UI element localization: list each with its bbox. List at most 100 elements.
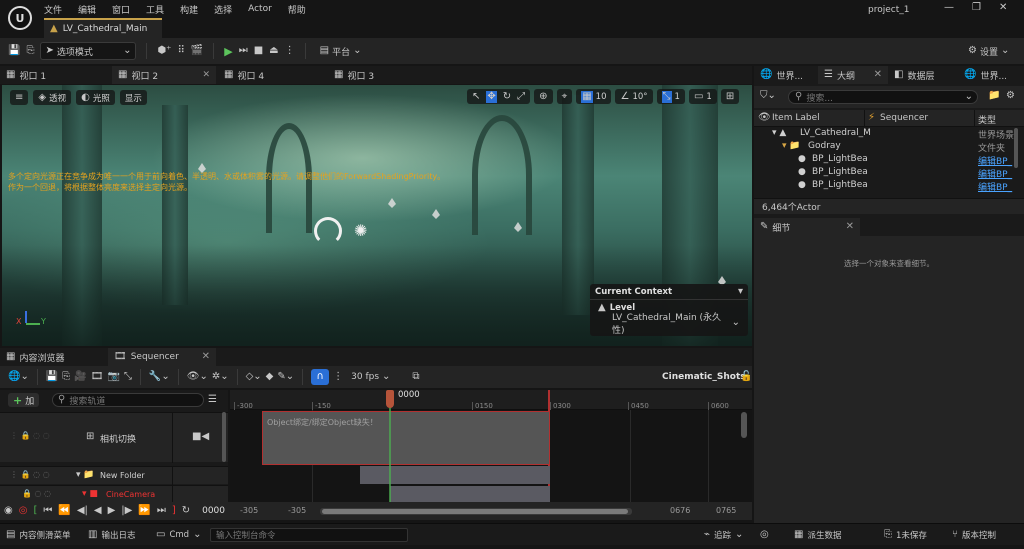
outliner-item-type-link[interactable]: 编辑BP_: [978, 154, 1012, 167]
unsaved-button[interactable]: ⎘ 1未保存: [884, 528, 927, 542]
context-level-dropdown[interactable]: LV_Cathedral_Main (永久性) ⌄: [590, 313, 748, 336]
cinematics-icon[interactable]: 🎬: [191, 46, 203, 56]
eye-icon[interactable]: 👁⌄: [187, 372, 208, 382]
lock-icon[interactable]: 🔓: [740, 372, 752, 382]
track-camera-cut[interactable]: ⋮ 🔒 ◌ ◌ ⊞ 相机切换 ■◀: [0, 412, 228, 463]
chevron-down-icon[interactable]: ▾: [738, 286, 743, 297]
folder-icon[interactable]: ▾ 📁: [76, 470, 95, 480]
range-scrollbar[interactable]: [320, 508, 632, 515]
go-end-icon[interactable]: ⏭: [157, 506, 166, 516]
set-end-icon[interactable]: ]: [172, 506, 176, 516]
play-icon[interactable]: ▶: [224, 46, 232, 57]
menu-actor[interactable]: Actor: [248, 4, 272, 14]
tab-viewport-3[interactable]: ▦ 视口 3: [328, 66, 436, 84]
scale-snap-button[interactable]: ⤡ 1: [656, 89, 685, 104]
layout-button[interactable]: ⊞: [720, 89, 740, 104]
viewport-menu-button[interactable]: ≡: [10, 90, 29, 105]
menu-select[interactable]: 选择: [214, 3, 232, 16]
show-button[interactable]: 显示: [119, 90, 147, 105]
loop-icon[interactable]: ↻: [182, 506, 190, 516]
menu-tools[interactable]: 工具: [146, 3, 164, 16]
more-icon[interactable]: ⋮: [285, 46, 295, 56]
time-ruler[interactable]: -300 -150 0150 0300 0450 0600 0000: [230, 390, 752, 410]
outliner-item-type-link[interactable]: 编辑BP_: [978, 180, 1012, 193]
tab-details[interactable]: ✎ 细节 ✕: [754, 218, 860, 236]
world-icon[interactable]: 🌐⌄: [8, 372, 29, 382]
folder-icon[interactable]: ▾ 📁: [782, 141, 801, 151]
broadcast-icon[interactable]: ◎: [760, 530, 769, 540]
scale-tool-icon[interactable]: ⤢: [517, 91, 525, 102]
view-range-end[interactable]: 0765: [716, 506, 736, 515]
track-state-icons[interactable]: ⋮ 🔒 ◌ ◌: [10, 431, 50, 440]
move-tool-icon[interactable]: ✥: [486, 90, 497, 103]
set-start-icon[interactable]: [: [33, 506, 37, 516]
perspective-button[interactable]: ◈ 透视: [33, 90, 72, 105]
close-icon[interactable]: ✕: [202, 70, 210, 80]
prev-key-icon[interactable]: ⏪: [58, 506, 70, 516]
tab-data-layers[interactable]: ◧ 数据层: [888, 66, 958, 84]
unreal-logo-icon[interactable]: U: [8, 6, 32, 30]
video-camera-icon[interactable]: ■◀: [192, 432, 209, 442]
track-cine-camera[interactable]: 🔒 ◌ ◌ ▾ ■ CineCamera: [0, 485, 228, 503]
outliner-search-input[interactable]: ⚲ 搜索... ⌄: [788, 90, 978, 104]
play-reverse-icon[interactable]: ◀: [94, 506, 102, 516]
content-drawer-button[interactable]: ▤ 内容侧滑菜单: [6, 528, 70, 542]
film-icon[interactable]: 🎞: [91, 372, 104, 382]
fps-dropdown[interactable]: 30 fps ⌄: [347, 368, 394, 386]
tab-viewport-2[interactable]: ▦ 视口 2 ✕: [112, 66, 216, 84]
step-icon[interactable]: ⏭: [239, 46, 248, 56]
menu-file[interactable]: 文件: [44, 3, 62, 16]
col-sequencer[interactable]: Sequencer: [880, 113, 928, 123]
menu-build[interactable]: 构建: [180, 3, 198, 16]
add-actor-icon[interactable]: ⬢⁺: [157, 46, 171, 56]
select-tool-icon[interactable]: ↖: [472, 91, 480, 102]
play-settings-icon[interactable]: ◉: [4, 506, 13, 516]
menu-help[interactable]: 帮助: [288, 3, 306, 16]
close-icon[interactable]: ✕: [874, 70, 882, 80]
cmd-dropdown[interactable]: ▭ Cmd ⌄: [156, 528, 201, 542]
tree-arrow-icon[interactable]: ▾ ▲: [772, 128, 786, 138]
camera-cut-section[interactable]: Object绑定/绑定Object缺失！: [262, 411, 550, 465]
track-state-icons[interactable]: 🔒 ◌ ◌: [22, 489, 51, 498]
menu-edit[interactable]: 编辑: [78, 3, 96, 16]
record-icon[interactable]: ◎: [19, 506, 28, 516]
lighting-button[interactable]: ◐ 光照: [76, 90, 115, 105]
cine-camera-section[interactable]: [390, 486, 550, 502]
filter-list-icon[interactable]: ☰: [208, 395, 217, 405]
platform-dropdown[interactable]: ▤ 平台 ⌄: [316, 42, 366, 60]
outliner-row[interactable]: ● BP_LightBea 编辑BP_: [754, 180, 1024, 193]
map-tab[interactable]: ▲ LV_Cathedral_Main: [44, 18, 162, 38]
save-as-icon[interactable]: ⎘: [62, 372, 70, 382]
snap-magnet-icon[interactable]: ∩: [311, 369, 330, 385]
filter-icon[interactable]: ⛉⌄: [760, 91, 776, 101]
surface-snap-button[interactable]: ⌖: [556, 89, 573, 104]
output-log-button[interactable]: ▥ 输出日志: [88, 528, 135, 542]
close-icon[interactable]: ✕: [999, 2, 1007, 13]
key-filled-icon[interactable]: ◆: [266, 372, 274, 382]
select-mode-dropdown[interactable]: ➤ 选项模式 ⌄: [40, 42, 137, 60]
key-icon[interactable]: ◇⌄: [246, 372, 262, 382]
camera-add-icon[interactable]: 📷: [107, 372, 119, 382]
go-start-icon[interactable]: ⏮: [43, 506, 52, 516]
camera-icon[interactable]: ▾ ■: [82, 489, 98, 499]
camera-speed-button[interactable]: ▭ 1: [688, 89, 717, 104]
next-frame-icon[interactable]: |▶: [121, 506, 132, 516]
outliner-row[interactable]: ▾ 📁 Godray 文件夹: [754, 141, 1024, 154]
content-browser-icon[interactable]: ⎘: [26, 46, 34, 56]
wrench-icon[interactable]: 🔧⌄: [149, 372, 170, 382]
render-movie-icon[interactable]: 🎥: [74, 372, 86, 382]
minimize-icon[interactable]: —: [944, 2, 954, 13]
track-search-input[interactable]: ⚲ 搜索轨道: [52, 393, 204, 407]
more-icon[interactable]: ⋮: [333, 372, 343, 382]
settings-icon[interactable]: ⚙: [1006, 91, 1015, 101]
timeline-scrollbar[interactable]: [741, 412, 747, 438]
outliner-row[interactable]: ▾ ▲ LV_Cathedral_M 世界场景: [754, 128, 1024, 141]
snap-icon[interactable]: ⤡: [124, 372, 132, 382]
playhead-handle[interactable]: [386, 390, 394, 408]
settings-button[interactable]: ⚙ 设置 ⌄: [964, 42, 1013, 60]
add-track-button[interactable]: + 加: [8, 393, 40, 407]
curve-editor-icon[interactable]: ⧉: [412, 372, 419, 382]
rotate-tool-icon[interactable]: ↻: [503, 91, 511, 102]
source-control-button[interactable]: ⑂ 版本控制: [952, 528, 996, 542]
light-sprite-icon[interactable]: [432, 209, 440, 219]
